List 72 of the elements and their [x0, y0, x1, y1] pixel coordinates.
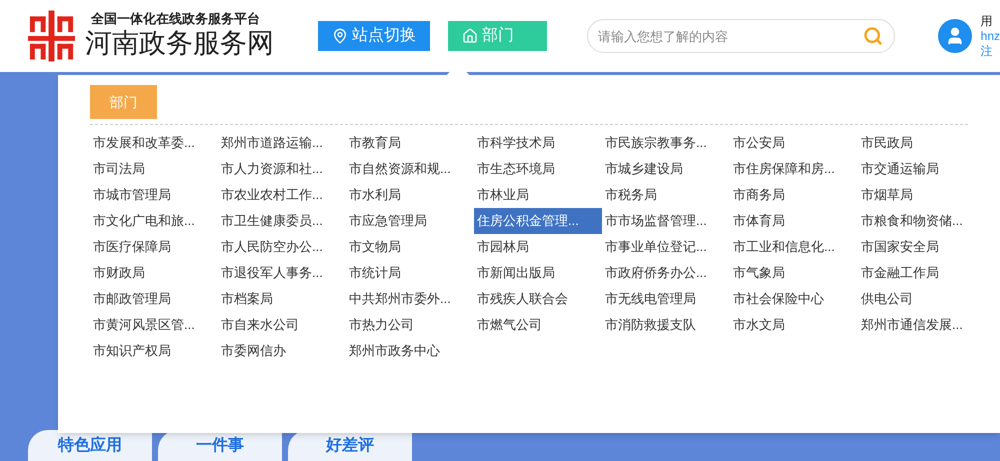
department-item[interactable]: 市教育局	[346, 130, 474, 156]
site-subtitle: 全国一体化在线政务服务平台	[90, 11, 262, 27]
department-item[interactable]: 市交通运输局	[858, 156, 986, 182]
department-item[interactable]: 市市场监督管理...	[602, 208, 730, 234]
department-item[interactable]: 市统计局	[346, 260, 474, 286]
department-item[interactable]: 市人民防空办公...	[218, 234, 346, 260]
department-item[interactable]: 市文化广电和旅...	[90, 208, 218, 234]
department-item[interactable]: 市文物局	[346, 234, 474, 260]
department-item[interactable]: 市应急管理局	[346, 208, 474, 234]
department-item[interactable]: 市国家安全局	[858, 234, 986, 260]
department-item[interactable]: 市城乡建设局	[602, 156, 730, 182]
department-item[interactable]: 市医疗保障局	[90, 234, 218, 260]
department-item[interactable]: 市政府侨务办公...	[602, 260, 730, 286]
department-item[interactable]: 市科学技术局	[474, 130, 602, 156]
department-item[interactable]: 市住房保障和房...	[730, 156, 858, 182]
department-item[interactable]: 市邮政管理局	[90, 286, 218, 312]
department-item[interactable]: 市人力资源和社...	[218, 156, 346, 182]
department-item[interactable]: 市城市管理局	[90, 182, 218, 208]
feature-tile[interactable]: 好差评	[288, 430, 412, 461]
department-item[interactable]: 市公安局	[730, 130, 858, 156]
department-item[interactable]: 市燃气公司	[474, 312, 602, 338]
department-item[interactable]: 市气象局	[730, 260, 858, 286]
department-item[interactable]: 市金融工作局	[858, 260, 986, 286]
department-item[interactable]: 市生态环境局	[474, 156, 602, 182]
department-item[interactable]: 市委网信办	[218, 338, 346, 364]
department-item[interactable]: 市退役军人事务...	[218, 260, 346, 286]
department-item[interactable]: 中共郑州市委外...	[346, 286, 474, 312]
department-item[interactable]: 市事业单位登记...	[602, 234, 730, 260]
department-item[interactable]: 住房公积金管理...	[474, 208, 602, 234]
department-item[interactable]: 市无线电管理局	[602, 286, 730, 312]
department-item[interactable]: 市烟草局	[858, 182, 986, 208]
department-item[interactable]: 市消防救援支队	[602, 312, 730, 338]
department-item[interactable]: 市林业局	[474, 182, 602, 208]
department-item[interactable]: 供电公司	[858, 286, 986, 312]
department-item[interactable]: 市自然资源和规...	[346, 156, 474, 182]
department-item[interactable]: 市农业农村工作...	[218, 182, 346, 208]
user-account: hnz	[980, 28, 1000, 44]
department-item[interactable]: 市水文局	[730, 312, 858, 338]
department-item[interactable]: 市财政局	[90, 260, 218, 286]
location-pin-icon	[332, 28, 348, 44]
department-item[interactable]: 市档案局	[218, 286, 346, 312]
department-item[interactable]: 市发展和改革委...	[90, 130, 218, 156]
home-icon	[462, 28, 478, 44]
department-item[interactable]: 市司法局	[90, 156, 218, 182]
logo-icon	[28, 10, 76, 62]
department-item[interactable]: 市园林局	[474, 234, 602, 260]
department-item[interactable]: 市自来水公司	[218, 312, 346, 338]
department-item[interactable]: 市热力公司	[346, 312, 474, 338]
department-item[interactable]: 市新闻出版局	[474, 260, 602, 286]
search-icon[interactable]	[863, 26, 884, 46]
department-item[interactable]: 市卫生健康委员...	[218, 208, 346, 234]
feature-tile[interactable]: 特色应用	[28, 430, 152, 461]
department-item[interactable]: 市民族宗教事务...	[602, 130, 730, 156]
feature-tile[interactable]: 一件事	[158, 430, 282, 461]
user-name: 用	[980, 14, 994, 28]
department-item[interactable]: 市民政局	[858, 130, 986, 156]
department-item[interactable]: 郑州市道路运输...	[218, 130, 346, 156]
department-item[interactable]: 市社会保险中心	[730, 286, 858, 312]
department-item[interactable]: 市体育局	[730, 208, 858, 234]
avatar-icon[interactable]	[938, 19, 972, 53]
search-field[interactable]: 请输入您想了解的内容	[586, 19, 896, 53]
department-item[interactable]: 市水利局	[346, 182, 474, 208]
department-item[interactable]: 郑州市政务中心	[346, 338, 474, 364]
site-title: 河南政务服务网	[85, 27, 276, 61]
department-item[interactable]: 市商务局	[730, 182, 858, 208]
department-item[interactable]: 市残疾人联合会	[474, 286, 602, 312]
department-item[interactable]: 市黄河风景区管...	[90, 312, 218, 338]
department-item[interactable]: 市税务局	[602, 182, 730, 208]
department-item[interactable]: 郑州市通信发展...	[858, 312, 986, 338]
department-item[interactable]: 市粮食和物资储...	[858, 208, 986, 234]
department-item[interactable]: 市知识产权局	[90, 338, 218, 364]
department-item[interactable]: 市工业和信息化...	[730, 234, 858, 260]
